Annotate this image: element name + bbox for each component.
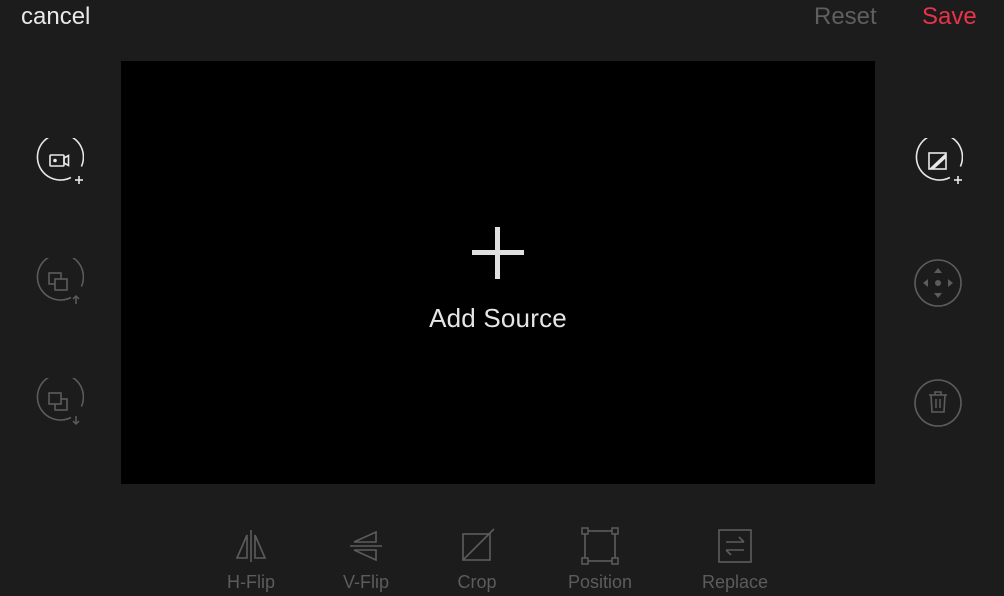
tool-position[interactable]: Position bbox=[545, 526, 655, 593]
tool-position-label: Position bbox=[567, 572, 633, 592]
tool-crop[interactable]: Crop bbox=[422, 526, 532, 593]
replace-icon bbox=[718, 529, 752, 563]
add-camera-icon bbox=[36, 138, 84, 184]
cancel-button[interactable]: cancel bbox=[21, 2, 90, 32]
delete-button[interactable] bbox=[913, 378, 963, 428]
move-button[interactable] bbox=[913, 258, 963, 308]
crop-icon bbox=[462, 528, 495, 561]
tool-h-flip-label: H-Flip bbox=[227, 572, 275, 592]
save-button[interactable]: Save bbox=[922, 2, 977, 32]
trash-icon bbox=[914, 379, 962, 427]
reset-button[interactable]: Reset bbox=[814, 2, 877, 32]
h-flip-icon bbox=[235, 530, 267, 562]
add-source-label: Add Source bbox=[429, 303, 567, 333]
add-camera-source-button[interactable] bbox=[34, 138, 84, 188]
preview-canvas: Add Source bbox=[121, 61, 875, 484]
tool-v-flip[interactable]: V-Flip bbox=[311, 526, 421, 593]
add-overlay-button[interactable] bbox=[913, 138, 963, 188]
position-icon bbox=[581, 527, 619, 565]
tool-replace[interactable]: Replace bbox=[680, 526, 790, 593]
layer-down-icon bbox=[36, 378, 84, 426]
tool-replace-label: Replace bbox=[701, 572, 769, 592]
editor-screen: cancel Reset Save Add Source H-Flip V-Fl… bbox=[0, 0, 1004, 596]
plus-icon bbox=[472, 227, 524, 279]
move-icon bbox=[914, 259, 962, 307]
add-source-button[interactable]: Add Source bbox=[121, 61, 875, 484]
add-overlay-icon bbox=[915, 138, 963, 184]
layer-up-button[interactable] bbox=[34, 258, 84, 308]
tool-h-flip[interactable]: H-Flip bbox=[196, 526, 306, 593]
tool-crop-label: Crop bbox=[457, 572, 497, 592]
tool-v-flip-label: V-Flip bbox=[342, 572, 389, 592]
layer-up-icon bbox=[36, 258, 84, 304]
v-flip-icon bbox=[350, 530, 382, 562]
layer-down-button[interactable] bbox=[34, 378, 84, 428]
